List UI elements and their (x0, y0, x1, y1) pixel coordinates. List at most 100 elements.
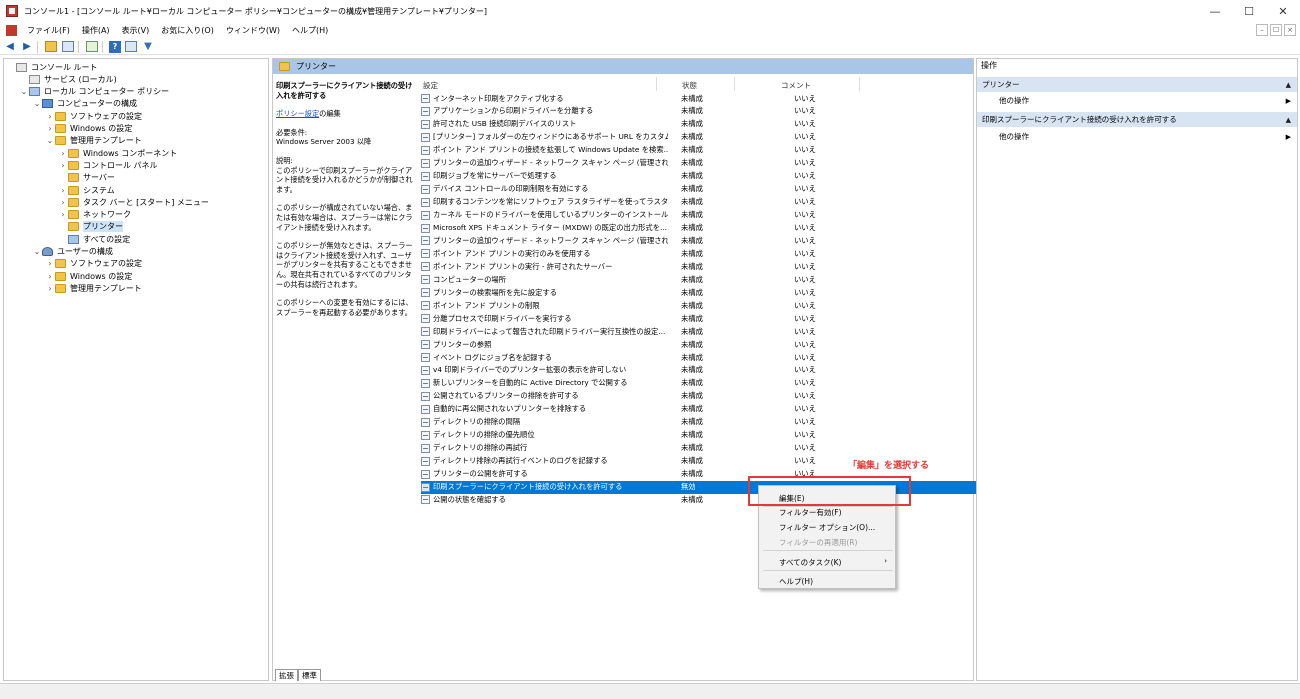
setting-row[interactable]: プリンターの参照 未構成 いいえ (421, 338, 861, 351)
setting-row[interactable]: [プリンター] フォルダーの左ウィンドウにあるサポート URL をカスタム設..… (421, 131, 861, 144)
actions-section-printer[interactable]: プリンター ▲ (977, 77, 1297, 92)
tree-item[interactable]: プリンター (58, 221, 123, 233)
properties-icon[interactable] (124, 40, 138, 53)
setting-row[interactable]: 新しいプリンターを自動的に Active Directory で公開する 未構成 い… (421, 377, 861, 390)
tab-standard[interactable]: 標準 (298, 669, 321, 681)
column-divider[interactable] (734, 77, 735, 91)
setting-row[interactable]: プリンターの追加ウィザード - ネットワーク スキャン ページ (管理された..… (421, 157, 861, 170)
setting-row[interactable]: 自動的に再公開されないプリンターを排除する 未構成 いいえ (421, 403, 861, 416)
tree-item[interactable]: › 管理用テンプレート (45, 282, 142, 294)
help-icon[interactable]: ? (109, 40, 121, 53)
column-divider[interactable] (656, 77, 657, 91)
column-header-state[interactable]: 状態 (682, 80, 697, 92)
menu-help[interactable]: ヘルプ(H) (286, 25, 334, 36)
tree-item[interactable]: ⌄ ユーザーの構成 (32, 246, 113, 258)
menu-favorites[interactable]: お気に入り(O) (155, 25, 220, 36)
tree-item[interactable]: コンソール ルート (6, 61, 98, 73)
back-arrow-icon[interactable]: ◀ (3, 40, 17, 53)
setting-row[interactable]: 印刷するコンテンツを常にソフトウェア ラスタライザーを使ってラスタライ... 未構… (421, 196, 861, 209)
setting-row[interactable]: ディレクトリ排除の再試行イベントのログを記録する 未構成 いいえ (421, 455, 861, 468)
setting-row[interactable]: 印刷ジョブを常にサーバーで処理する 未構成 いいえ (421, 170, 861, 183)
tree-item[interactable]: サーバー (58, 172, 115, 184)
tree-item[interactable]: ⌄ 管理用テンプレート (45, 135, 142, 147)
setting-row[interactable]: プリンターの検索場所を先に設定する 未構成 いいえ (421, 286, 861, 299)
tree-item[interactable]: › タスク バーと [スタート] メニュー (58, 196, 209, 208)
tree-item[interactable]: › コントロール パネル (58, 159, 158, 171)
context-filter-options[interactable]: フィルター オプション(O)... (779, 522, 875, 533)
collapsed-chevron-icon[interactable]: › (45, 259, 55, 268)
collapsed-chevron-icon[interactable]: › (58, 149, 68, 158)
expanded-chevron-icon[interactable]: ⌄ (32, 99, 42, 108)
setting-row[interactable]: Microsoft XPS ドキュメント ライター (MXDW) の既定の出力形… (421, 222, 861, 235)
expanded-chevron-icon[interactable]: ⌄ (32, 247, 42, 256)
setting-row[interactable]: ポイント アンド プリントの制限 未構成 いいえ (421, 299, 861, 312)
collapsed-chevron-icon[interactable]: › (45, 124, 55, 133)
setting-row[interactable]: ディレクトリの排除の優先順位 未構成 いいえ (421, 429, 861, 442)
menu-file[interactable]: ファイル(F) (21, 25, 76, 36)
setting-row[interactable]: 印刷ドライバーによって報告された印刷ドライバー実行互換性の設定... 未構成 いいえ (421, 325, 861, 338)
actions-other-operations[interactable]: 他の操作 ▶ (999, 94, 1295, 107)
inner-restore-button[interactable]: ☐ (1270, 24, 1282, 36)
tree-item[interactable]: ⌄ ローカル コンピューター ポリシー (19, 86, 169, 98)
context-filter-on[interactable]: フィルター有効(F) (779, 507, 842, 518)
up-folder-icon[interactable] (44, 40, 58, 53)
inner-close-button[interactable]: × (1284, 24, 1296, 36)
expanded-chevron-icon[interactable]: ⌄ (45, 136, 55, 145)
tab-extended[interactable]: 拡張 (275, 669, 298, 681)
context-all-tasks[interactable]: すべてのタスク(K) (779, 557, 841, 568)
setting-row[interactable]: プリンターの追加ウィザード - ネットワーク スキャン ページ (管理されて..… (421, 234, 861, 247)
tree-item[interactable]: › Windows の設定 (45, 270, 132, 282)
column-header-comment[interactable]: コメント (781, 80, 811, 92)
column-divider[interactable] (859, 77, 860, 91)
actions-section-policy[interactable]: 印刷スプーラーにクライアント接続の受け入れを許可する ▲ (977, 112, 1297, 127)
tree-item[interactable]: › システム (58, 184, 115, 196)
tree-item[interactable]: › Windows の設定 (45, 123, 132, 135)
collapsed-chevron-icon[interactable]: › (58, 161, 68, 170)
close-button[interactable]: ✕ (1266, 0, 1300, 22)
collapsed-chevron-icon[interactable]: › (58, 198, 68, 207)
setting-row[interactable]: ポイント アンド プリントの実行 - 許可されたサーバー 未構成 いいえ (421, 260, 861, 273)
menu-window[interactable]: ウィンドウ(W) (220, 25, 286, 36)
inner-minimize-button[interactable]: – (1256, 24, 1268, 36)
setting-row[interactable]: 分離プロセスで印刷ドライバーを実行する 未構成 いいえ (421, 312, 861, 325)
console-menu-icon[interactable] (6, 25, 17, 36)
setting-row[interactable]: イベント ログにジョブ名を記録する 未構成 いいえ (421, 351, 861, 364)
setting-row[interactable]: ポイント アンド プリントの接続を拡張して Windows Update を検索… (421, 144, 861, 157)
mmc-app-icon[interactable] (6, 5, 18, 17)
column-header-setting[interactable]: 設定 (423, 80, 438, 92)
export-list-icon[interactable] (85, 40, 99, 53)
show-hide-tree-icon[interactable] (61, 40, 75, 53)
tree-item[interactable]: › Windows コンポーネント (58, 147, 177, 159)
setting-row[interactable]: アプリケーションから印刷ドライバーを分離する 未構成 いいえ (421, 105, 861, 118)
minimize-button[interactable]: — (1198, 0, 1232, 22)
setting-row[interactable]: デバイス コントロールの印刷制限を有効にする 未構成 いいえ (421, 183, 861, 196)
tree-item[interactable]: › ソフトウェアの設定 (45, 258, 142, 270)
collapse-up-icon[interactable]: ▲ (1286, 81, 1291, 89)
maximize-button[interactable]: ☐ (1232, 0, 1266, 22)
tree-item[interactable]: すべての設定 (58, 233, 130, 245)
collapsed-chevron-icon[interactable]: › (45, 272, 55, 281)
filter-icon[interactable]: ▼ (141, 40, 155, 53)
edit-policy-link[interactable]: ポリシー設定 (276, 109, 319, 118)
setting-row[interactable]: カーネル モードのドライバーを使用しているプリンターのインストールを禁... 未構… (421, 209, 861, 222)
tree-item[interactable]: › ネットワーク (58, 209, 131, 221)
setting-row[interactable]: インターネット印刷をアクティブ化する 未構成 いいえ (421, 92, 861, 105)
setting-row[interactable]: ディレクトリの排除の間隔 未構成 いいえ (421, 416, 861, 429)
collapsed-chevron-icon[interactable]: › (58, 186, 68, 195)
collapsed-chevron-icon[interactable]: › (45, 112, 55, 121)
collapsed-chevron-icon[interactable]: › (45, 284, 55, 293)
setting-row[interactable]: コンピューターの場所 未構成 いいえ (421, 273, 861, 286)
setting-row[interactable]: v4 印刷ドライバーでのプリンター拡張の表示を許可しない 未構成 いいえ (421, 364, 861, 377)
setting-row[interactable]: 公開されているプリンターの排除を許可する 未構成 いいえ (421, 390, 861, 403)
menu-view[interactable]: 表示(V) (116, 25, 156, 36)
setting-row[interactable]: 印刷スプーラーにクライアント接続の受け入れを許可する 無効 (421, 480, 1011, 494)
setting-row[interactable]: ディレクトリの排除の再試行 未構成 いいえ (421, 442, 861, 455)
setting-row[interactable]: 許可された USB 接続印刷デバイスのリスト 未構成 いいえ (421, 118, 861, 131)
setting-row[interactable]: ポイント アンド プリントの実行のみを使用する 未構成 いいえ (421, 247, 861, 260)
collapse-up-icon[interactable]: ▲ (1286, 116, 1291, 124)
context-help[interactable]: ヘルプ(H) (779, 576, 813, 587)
collapsed-chevron-icon[interactable]: › (58, 210, 68, 219)
expanded-chevron-icon[interactable]: ⌄ (19, 87, 29, 96)
actions-other-operations-2[interactable]: 他の操作 ▶ (999, 130, 1295, 143)
menu-action[interactable]: 操作(A) (76, 25, 116, 36)
